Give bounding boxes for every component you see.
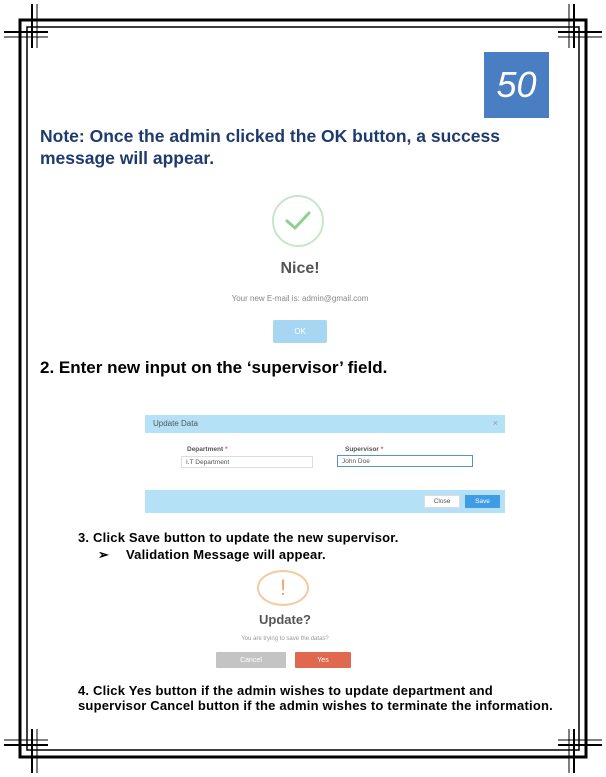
step-3-instruction: 3. Click Save button to update the new s… [78, 530, 399, 545]
arrow-bullet-icon: ➢ [98, 547, 110, 562]
supervisor-field[interactable] [337, 455, 473, 467]
department-field[interactable] [181, 456, 313, 468]
step-3-subpoint: ➢ Validation Message will appear. [98, 547, 326, 563]
update-data-modal: Update Data × Department * Supervisor * … [145, 415, 505, 513]
ok-button[interactable]: OK [273, 320, 327, 343]
close-button[interactable]: Close [424, 495, 460, 508]
step-3-subpoint-text: Validation Message will appear. [126, 547, 326, 562]
step-4-instruction: 4. Click Yes button if the admin wishes … [78, 683, 553, 713]
close-icon[interactable]: × [493, 418, 498, 428]
save-button[interactable]: Save [465, 495, 500, 508]
modal-footer: Close Save [145, 490, 505, 513]
modal-title: Update Data [153, 419, 198, 428]
department-label: Department * [187, 446, 228, 453]
confirm-dialog: ! Update? You are trying to save the dat… [205, 570, 365, 670]
page-number-badge: 50 [484, 52, 549, 118]
cancel-button[interactable]: Cancel [216, 652, 286, 668]
supervisor-label: Supervisor * [345, 446, 384, 453]
success-dialog: Nice! Your new E-mail is: admin@gmail.co… [200, 190, 400, 350]
warning-icon: ! [257, 570, 309, 606]
step-2-instruction: 2. Enter new input on the ‘supervisor’ f… [40, 358, 388, 377]
confirm-title: Update? [259, 612, 311, 627]
confirm-message: You are trying to save the datas? [241, 636, 329, 642]
success-title: Nice! [280, 260, 320, 277]
success-message: Your new E-mail is: admin@gmail.com [231, 294, 369, 303]
modal-header: Update Data × [145, 415, 505, 433]
note-text: Note: Once the admin clicked the OK butt… [40, 126, 500, 168]
success-check-icon [272, 195, 324, 247]
yes-button[interactable]: Yes [295, 652, 351, 668]
